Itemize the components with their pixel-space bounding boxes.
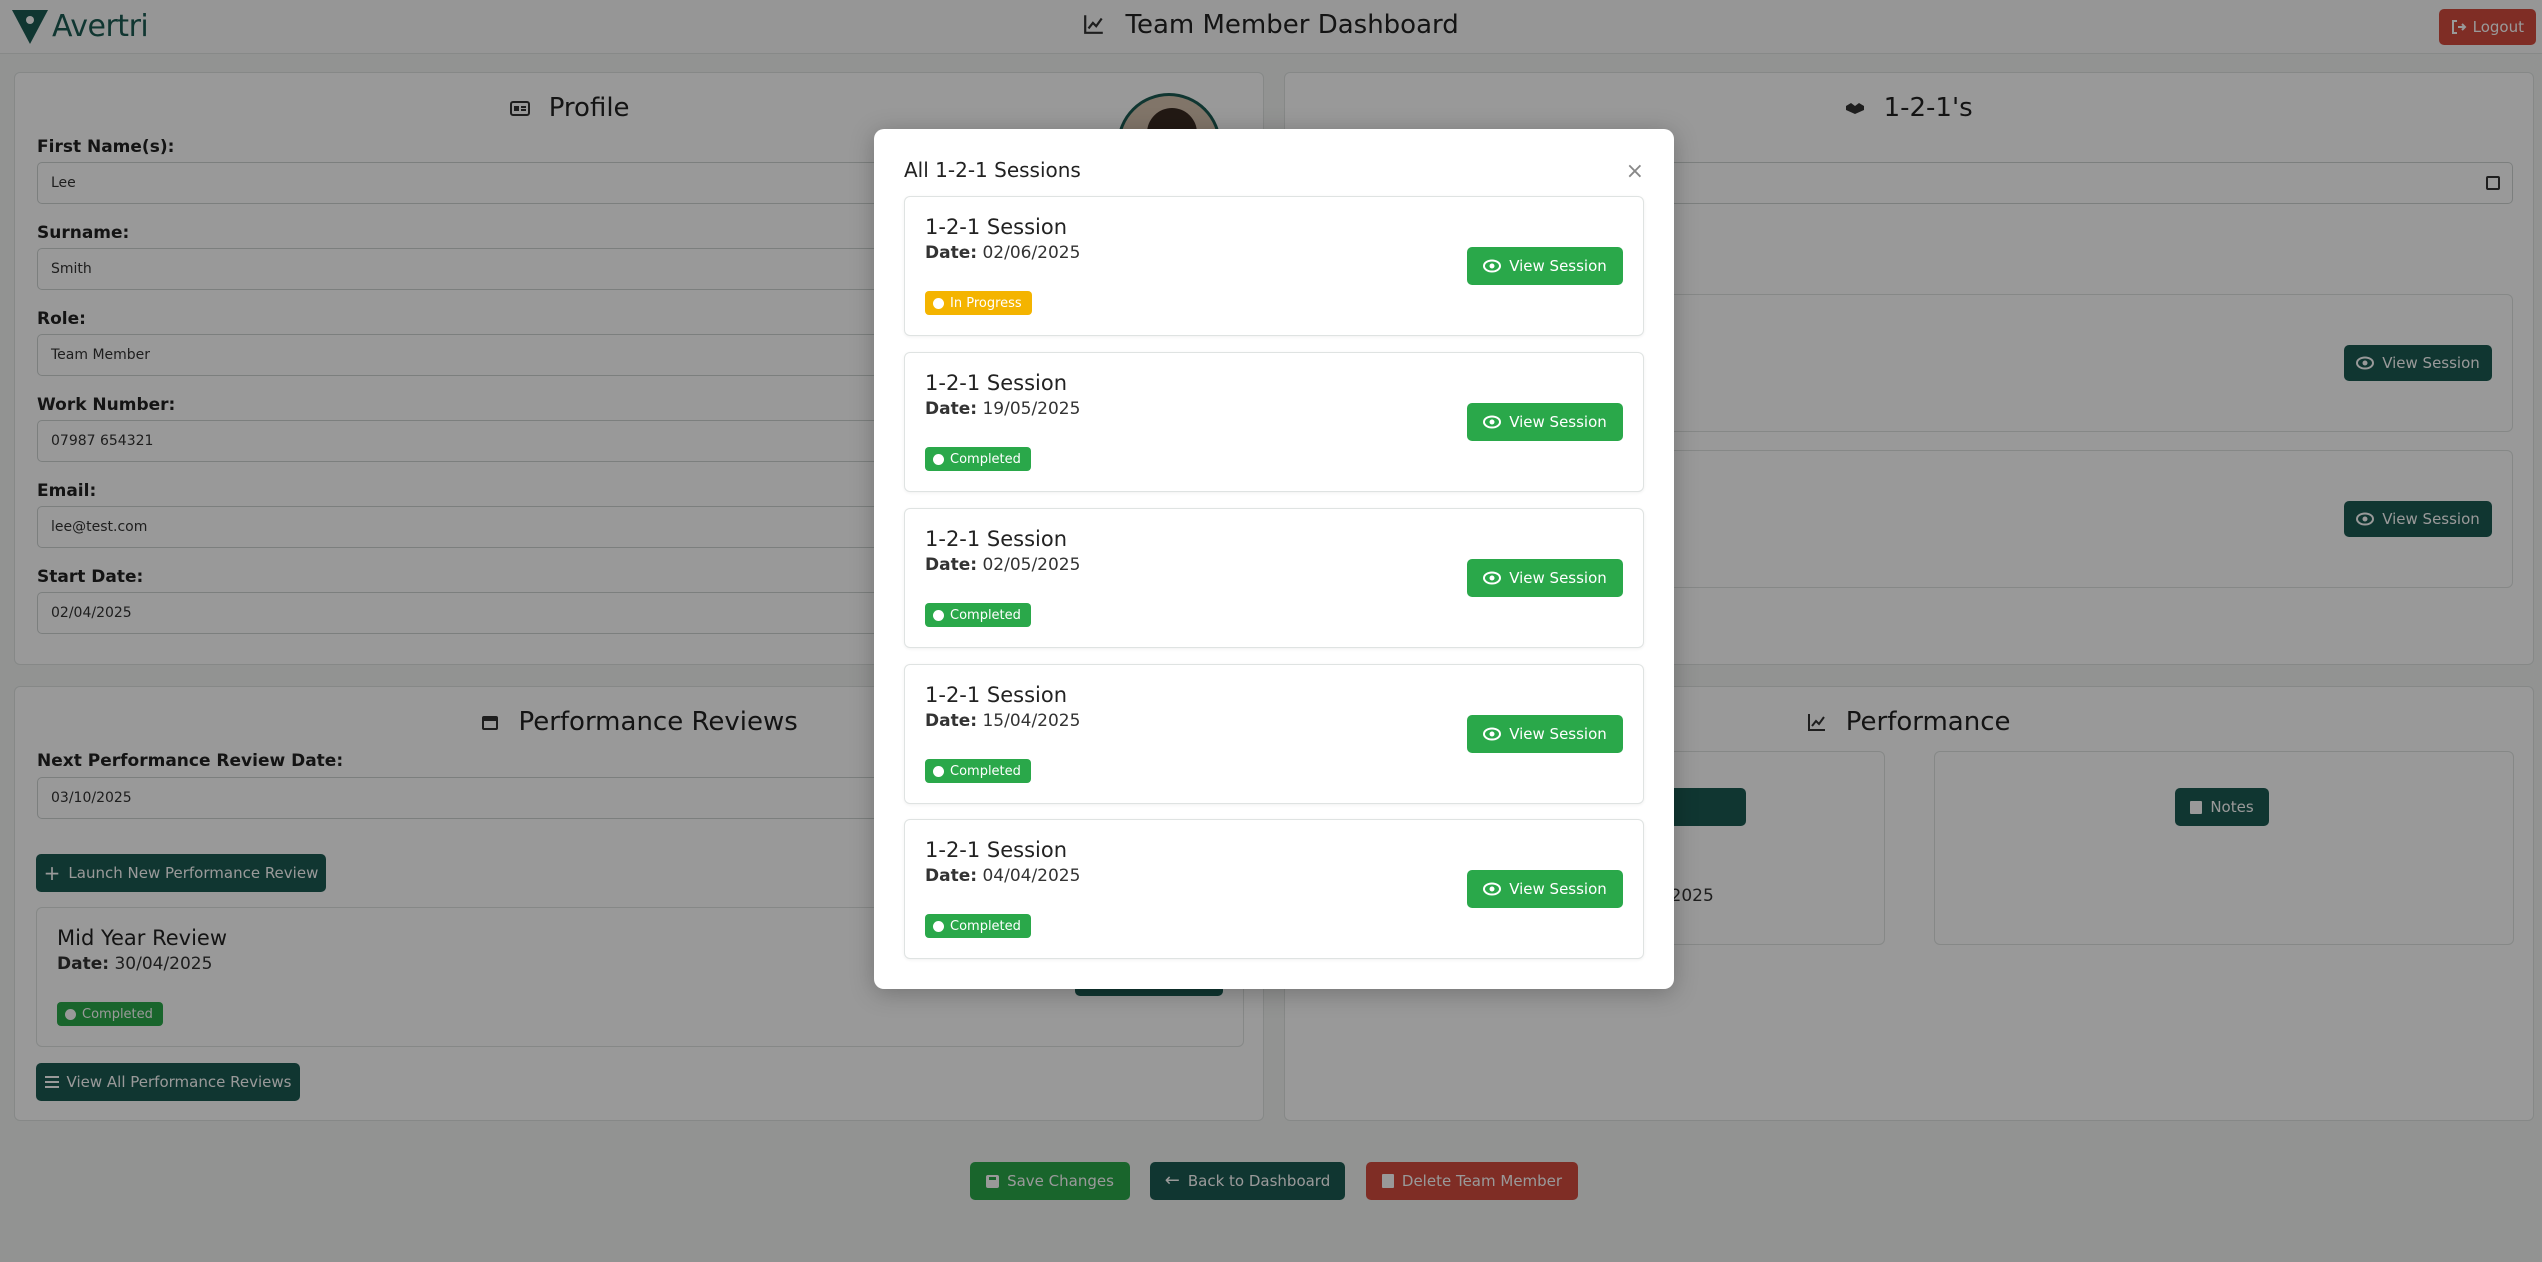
session-date-label: Date:	[925, 555, 978, 575]
view-session-button[interactable]: View Session	[1467, 247, 1623, 285]
modal-title: All 1-2-1 Sessions	[904, 158, 1081, 182]
session-date-value: 02/05/2025	[982, 555, 1081, 575]
status-badge: Completed	[925, 447, 1031, 471]
session-date: Date: 04/04/2025	[925, 866, 1080, 886]
check-circle-icon	[933, 920, 944, 932]
view-session-button[interactable]: View Session	[1467, 559, 1623, 597]
session-date-label: Date:	[925, 866, 978, 886]
session-item: 1-2-1 Session Date: 04/04/2025 Completed…	[904, 819, 1644, 959]
session-item: 1-2-1 Session Date: 02/06/2025 In Progre…	[904, 196, 1644, 336]
status-badge: Completed	[925, 603, 1031, 627]
status-badge: Completed	[925, 914, 1031, 938]
session-title: 1-2-1 Session	[925, 215, 1068, 239]
session-date-value: 02/06/2025	[982, 243, 1081, 263]
view-session-label: View Session	[1509, 257, 1607, 275]
check-circle-icon	[933, 609, 944, 621]
session-status: Completed	[925, 759, 1031, 783]
session-date: Date: 02/05/2025	[925, 555, 1080, 575]
status-badge: In Progress	[925, 291, 1032, 315]
session-title: 1-2-1 Session	[925, 371, 1068, 395]
view-session-label: View Session	[1509, 413, 1607, 431]
view-session-label: View Session	[1509, 880, 1607, 898]
eye-icon	[1483, 727, 1502, 741]
check-circle-icon	[933, 765, 944, 777]
session-date-value: 04/04/2025	[982, 866, 1081, 886]
close-icon[interactable]: ×	[1626, 161, 1644, 183]
session-date: Date: 19/05/2025	[925, 399, 1080, 419]
session-item: 1-2-1 Session Date: 19/05/2025 Completed…	[904, 352, 1644, 492]
status-text: Completed	[950, 607, 1021, 623]
session-status: Completed	[925, 447, 1031, 471]
session-title: 1-2-1 Session	[925, 527, 1068, 551]
session-date: Date: 15/04/2025	[925, 711, 1080, 731]
session-item: 1-2-1 Session Date: 15/04/2025 Completed…	[904, 664, 1644, 804]
session-title: 1-2-1 Session	[925, 838, 1068, 862]
session-date: Date: 02/06/2025	[925, 243, 1080, 263]
session-status: Completed	[925, 603, 1031, 627]
status-text: Completed	[950, 918, 1021, 934]
view-session-button[interactable]: View Session	[1467, 715, 1623, 753]
session-date-value: 19/05/2025	[982, 399, 1081, 419]
status-text: Completed	[950, 451, 1021, 467]
status-badge: Completed	[925, 759, 1031, 783]
status-text: Completed	[950, 763, 1021, 779]
view-session-button[interactable]: View Session	[1467, 870, 1623, 908]
session-status: Completed	[925, 914, 1031, 938]
session-title: 1-2-1 Session	[925, 683, 1068, 707]
view-session-label: View Session	[1509, 569, 1607, 587]
session-date-value: 15/04/2025	[982, 711, 1081, 731]
session-status: In Progress	[925, 291, 1032, 315]
view-session-label: View Session	[1509, 725, 1607, 743]
view-session-button[interactable]: View Session	[1467, 403, 1623, 441]
eye-icon	[1483, 259, 1502, 273]
session-item: 1-2-1 Session Date: 02/05/2025 Completed…	[904, 508, 1644, 648]
session-date-label: Date:	[925, 399, 978, 419]
session-date-label: Date:	[925, 243, 978, 263]
eye-icon	[1483, 415, 1502, 429]
status-text: In Progress	[950, 295, 1022, 311]
session-date-label: Date:	[925, 711, 978, 731]
clock-icon	[933, 297, 944, 309]
eye-icon	[1483, 571, 1502, 585]
sessions-modal: All 1-2-1 Sessions × 1-2-1 Session Date:…	[874, 129, 1674, 989]
eye-icon	[1483, 882, 1502, 896]
check-circle-icon	[933, 453, 944, 465]
